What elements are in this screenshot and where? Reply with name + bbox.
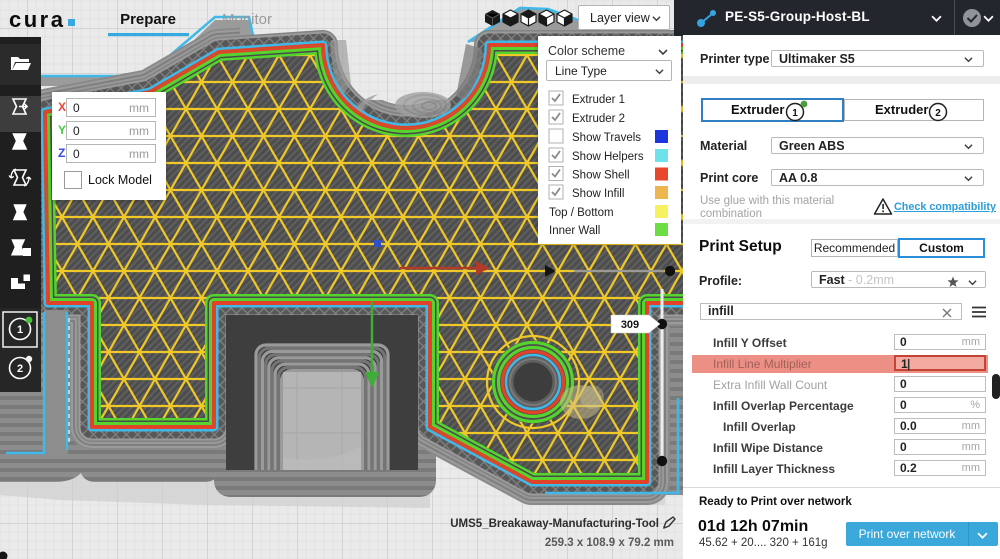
svg-text:Show Helpers: Show Helpers <box>572 151 644 163</box>
svg-text:2: 2 <box>17 363 23 375</box>
svg-text:1: 1 <box>17 324 23 336</box>
svg-text:Extruder 2: Extruder 2 <box>572 113 625 125</box>
svg-text:UMS5_Breakaway-Manufacturing-T: UMS5_Breakaway-Manufacturing-Tool <box>450 518 659 530</box>
svg-text:309: 309 <box>621 319 639 331</box>
svg-text:1: 1 <box>792 108 798 119</box>
svg-text:Extruder 1: Extruder 1 <box>572 94 625 106</box>
svg-text:259.3 x 108.9 x 79.2 mm: 259.3 x 108.9 x 79.2 mm <box>545 537 674 549</box>
svg-text:cura: cura <box>9 7 65 32</box>
svg-text:Show Travels: Show Travels <box>572 132 641 144</box>
svg-text:Prepare: Prepare <box>120 11 176 28</box>
svg-text:Monitor: Monitor <box>222 11 272 28</box>
svg-text:Top / Bottom: Top / Bottom <box>549 207 614 219</box>
svg-text:Show Infill: Show Infill <box>572 188 624 200</box>
svg-text:Show Shell: Show Shell <box>572 170 630 182</box>
svg-text:Inner Wall: Inner Wall <box>549 225 600 237</box>
svg-text:2: 2 <box>935 108 941 119</box>
